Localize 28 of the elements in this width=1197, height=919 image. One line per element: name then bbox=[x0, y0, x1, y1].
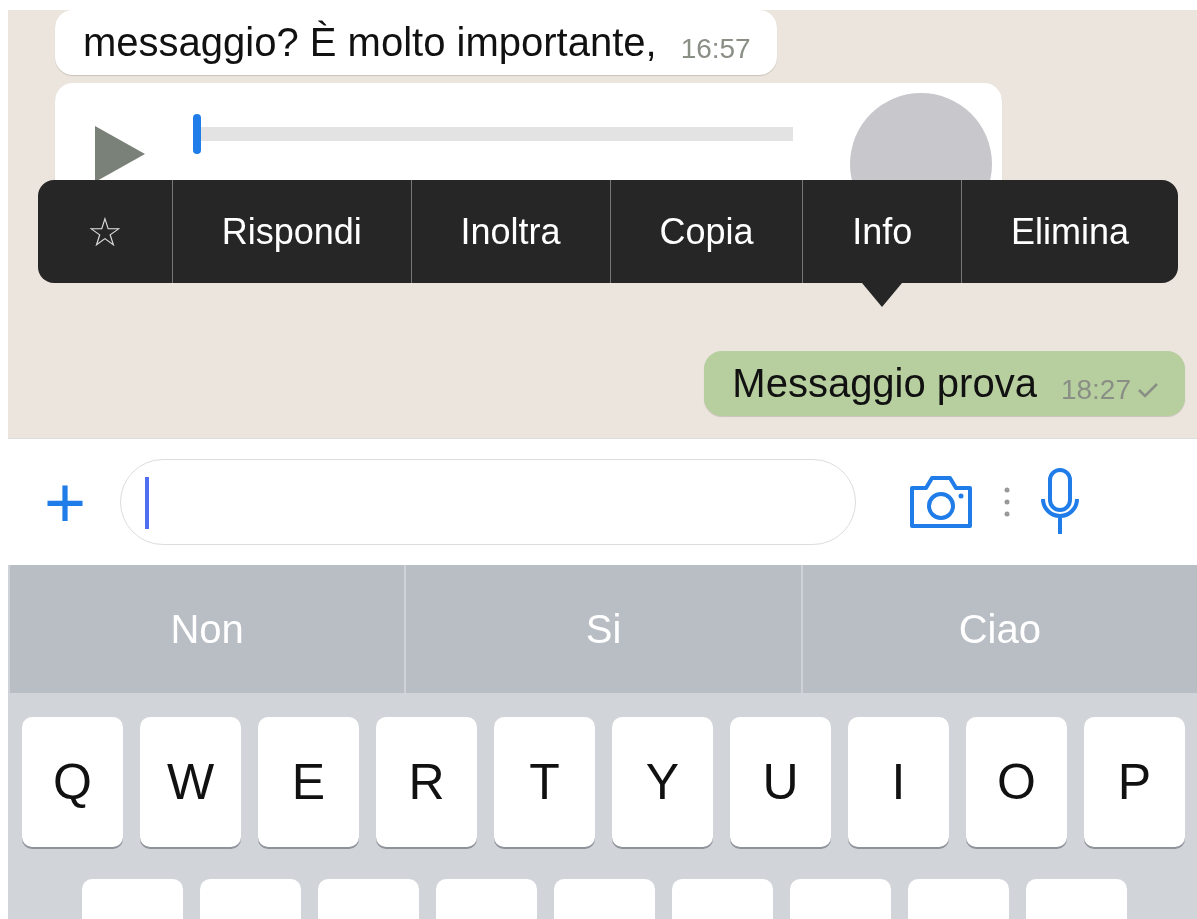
add-attachment-button[interactable]: + bbox=[44, 466, 87, 538]
keyboard-key[interactable]: W bbox=[140, 717, 241, 847]
menu-item[interactable]: Inoltra bbox=[410, 180, 610, 283]
keyboard-key[interactable]: E bbox=[258, 717, 359, 847]
incoming-message-bubble[interactable]: messaggio? È molto importante, 16:57 bbox=[55, 10, 777, 75]
camera-icon[interactable] bbox=[908, 474, 975, 530]
menu-item[interactable]: Copia bbox=[609, 180, 803, 283]
keyboard-key[interactable]: R bbox=[376, 717, 477, 847]
menu-item[interactable]: Rispondi bbox=[171, 180, 411, 283]
keyboard-key[interactable]: T bbox=[494, 717, 595, 847]
keyboard-key[interactable]: U bbox=[730, 717, 831, 847]
keyboard-key[interactable]: Y bbox=[612, 717, 713, 847]
message-text: messaggio? È molto importante, bbox=[83, 20, 657, 65]
keyboard-key[interactable]: I bbox=[848, 717, 949, 847]
audio-progress-thumb[interactable] bbox=[193, 114, 201, 154]
outgoing-message-bubble[interactable]: Messaggio prova 18:27 bbox=[704, 351, 1185, 416]
message-time: 18:27 bbox=[1060, 374, 1131, 406]
keyboard-key[interactable]: Q bbox=[22, 717, 123, 847]
menu-item[interactable]: Elimina bbox=[961, 180, 1178, 283]
star-menu-item[interactable]: ☆ bbox=[38, 180, 172, 283]
keyboard-key[interactable]: P bbox=[1084, 717, 1185, 847]
message-time: 16:57 bbox=[680, 33, 751, 65]
microphone-icon[interactable] bbox=[1040, 467, 1081, 537]
play-icon[interactable] bbox=[95, 126, 145, 182]
message-text: Messaggio prova bbox=[732, 361, 1037, 406]
menu-item[interactable]: Info bbox=[802, 180, 962, 283]
vertical-dots-icon bbox=[1004, 487, 1011, 517]
keyboard-key[interactable]: O bbox=[966, 717, 1067, 847]
